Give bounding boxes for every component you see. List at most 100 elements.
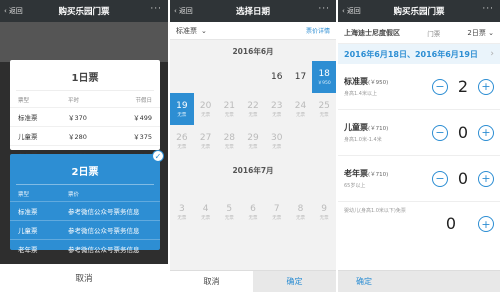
minus-button[interactable]: − bbox=[432, 78, 448, 95]
back-button[interactable]: ‹ 返回 bbox=[342, 6, 361, 16]
calendar-day[interactable]: 27 无票 bbox=[194, 125, 218, 157]
confirm-button[interactable]: 确定 bbox=[253, 270, 336, 292]
plus-button[interactable]: + bbox=[478, 170, 494, 187]
day-number: 16 bbox=[271, 72, 283, 82]
calendar-day[interactable]: 3 无票 bbox=[170, 196, 194, 228]
day-price: 无票 bbox=[272, 112, 282, 118]
chevron-left-icon: ‹ bbox=[4, 7, 7, 15]
cell: 参考微信公众号票务信息 bbox=[68, 246, 140, 254]
calendar-day[interactable]: 23 无票 bbox=[265, 93, 289, 125]
calendar-day[interactable] bbox=[170, 61, 194, 93]
day-price: 无票 bbox=[248, 144, 258, 150]
titlebar: ‹ 返回 购买乐园门票 ··· bbox=[338, 0, 500, 22]
calendar-day[interactable]: 24 无票 bbox=[289, 93, 313, 125]
calendar-day[interactable]: 4 无票 bbox=[194, 196, 218, 228]
plus-button[interactable]: + bbox=[478, 78, 494, 95]
more-icon[interactable]: ··· bbox=[318, 4, 330, 14]
day-price: 无票 bbox=[177, 144, 187, 150]
day-price: 无票 bbox=[224, 144, 234, 150]
calendar-day[interactable]: 29 无票 bbox=[241, 125, 265, 157]
day-number: 28 bbox=[223, 132, 236, 143]
cell: 儿童票 bbox=[18, 227, 38, 235]
day-number: 18 bbox=[318, 68, 330, 79]
ticket-desc: 65岁以上 bbox=[344, 183, 366, 189]
quantity-value: 0 bbox=[445, 214, 457, 233]
page-title: 购买乐园门票 bbox=[393, 7, 445, 17]
calendar-day[interactable]: 17 bbox=[289, 61, 313, 93]
calendar-week: 16 17 18 ￥950 bbox=[170, 61, 336, 93]
ticket-type-select[interactable]: 标准票 ⌄ bbox=[176, 26, 207, 36]
day-number: 4 bbox=[202, 203, 209, 214]
back-button[interactable]: ‹ 返回 bbox=[4, 6, 23, 16]
calendar-day[interactable]: 6 无票 bbox=[241, 196, 265, 228]
cell: 标准票 bbox=[18, 208, 38, 216]
calendar-day[interactable]: 25 无票 bbox=[312, 93, 336, 125]
calendar-day[interactable]: 28 无票 bbox=[217, 125, 241, 157]
day-number: 3 bbox=[178, 203, 185, 214]
ticket-desc: 身高1.0米-1.4米 bbox=[344, 137, 382, 143]
table-row: 标准票 参考微信公众号票务信息 bbox=[10, 201, 160, 220]
cell: ￥375 bbox=[133, 133, 152, 141]
calendar-day[interactable] bbox=[217, 61, 241, 93]
more-icon[interactable]: ··· bbox=[482, 4, 494, 14]
day-number: 20 bbox=[199, 100, 212, 111]
cell: 老年票 bbox=[18, 246, 38, 254]
page-title: 选择日期 bbox=[235, 7, 270, 17]
quantity-value: 2 bbox=[457, 77, 469, 96]
date-range-row[interactable]: 2016年6月18日、2016年6月19日 › bbox=[338, 44, 500, 64]
park-name: 上海迪士尼度假区 bbox=[344, 28, 400, 37]
calendar-day[interactable]: 20 无票 bbox=[194, 93, 218, 125]
calendar-day[interactable]: 26 无票 bbox=[170, 125, 194, 157]
card-title: 2日票 bbox=[16, 154, 154, 185]
calendar-day[interactable]: 9 无票 bbox=[312, 196, 336, 228]
card-title: 1日票 bbox=[16, 60, 154, 91]
ticket-desc: 身高1.4米以上 bbox=[344, 91, 377, 97]
plus-button[interactable]: + bbox=[478, 124, 494, 141]
days-select[interactable]: 2日票 ⌄ bbox=[467, 28, 494, 38]
header-cell: 票型 bbox=[18, 98, 30, 104]
calendar-day[interactable]: 8 无票 bbox=[289, 196, 313, 228]
cell: 标准票 bbox=[18, 114, 38, 122]
cancel-button[interactable]: 取消 bbox=[170, 270, 253, 292]
calendar-day[interactable]: 30 无票 bbox=[265, 125, 289, 157]
check-icon: ✓ bbox=[152, 150, 164, 162]
calendar-day[interactable] bbox=[241, 61, 265, 93]
day-price: 无票 bbox=[272, 144, 282, 150]
calendar-day[interactable]: 5 无票 bbox=[217, 196, 241, 228]
quantity-value: 0 bbox=[457, 169, 469, 188]
page-title: 购买乐园门票 bbox=[58, 7, 110, 17]
confirm-button[interactable]: 确定 bbox=[338, 270, 500, 292]
two-day-ticket-card[interactable]: ✓ 2日票 票型 票价 标准票 参考微信公众号票务信息 儿童票 参考微信公众号票… bbox=[10, 150, 164, 254]
price-detail-link[interactable]: 票价详情 bbox=[306, 26, 330, 35]
cell: 参考微信公众号票务信息 bbox=[68, 227, 140, 235]
calendar-week: 3 无票 4 无票 5 无票 6 无票 7 无票 8 无票 9 无票 bbox=[170, 196, 336, 228]
calendar-day[interactable]: 21 无票 bbox=[217, 93, 241, 125]
calendar-week: 26 无票 27 无票 28 无票 29 无票 30 无票 bbox=[170, 125, 336, 157]
day-number: 19 bbox=[176, 100, 188, 111]
calendar-day[interactable] bbox=[194, 61, 218, 93]
calendar-day[interactable]: 19 无票 bbox=[170, 93, 194, 125]
day-price: ￥950 bbox=[317, 80, 331, 86]
cancel-button[interactable]: 取消 bbox=[0, 264, 168, 292]
one-day-ticket-card[interactable]: 1日票 票型 平时 节假日 标准票 ￥370 ￥499 儿童票 ￥280 ￥37… bbox=[10, 60, 160, 160]
quantity-panel: ‹ 返回 购买乐园门票 ··· 上海迪士尼度假区 门票 2日票 ⌄ 2016年6… bbox=[338, 0, 500, 292]
day-number: 22 bbox=[247, 100, 259, 111]
minus-button[interactable]: − bbox=[432, 170, 448, 187]
calendar-day[interactable]: 16 bbox=[265, 61, 289, 93]
back-button[interactable]: ‹ 返回 bbox=[174, 6, 193, 16]
calendar-day[interactable]: 7 无票 bbox=[265, 196, 289, 228]
calendar-day[interactable]: 22 无票 bbox=[241, 93, 265, 125]
plus-button[interactable]: + bbox=[478, 216, 494, 232]
day-number: 21 bbox=[223, 100, 236, 111]
calendar-day[interactable]: 18 ￥950 bbox=[312, 61, 336, 93]
calendar-day[interactable] bbox=[312, 125, 336, 157]
day-price: 无票 bbox=[201, 215, 211, 221]
table-header: 票型 平时 节假日 bbox=[10, 91, 160, 107]
day-price: 无票 bbox=[295, 215, 305, 221]
minus-button[interactable]: − bbox=[432, 124, 448, 141]
more-icon[interactable]: ··· bbox=[150, 4, 162, 14]
header-cell: 节假日 bbox=[135, 98, 152, 104]
cell: ￥499 bbox=[133, 114, 152, 122]
table-row: 儿童票 ￥280 ￥375 bbox=[10, 126, 160, 145]
calendar-day[interactable] bbox=[289, 125, 313, 157]
